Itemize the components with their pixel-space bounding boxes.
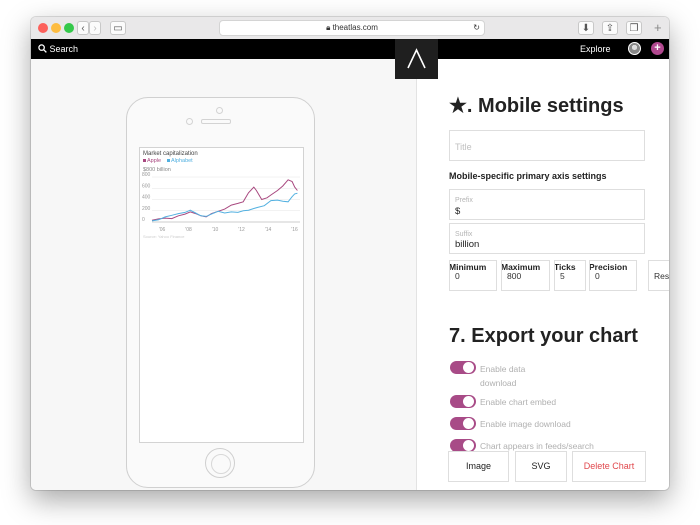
settings-panel: ★. Mobile settings Title Mobile-specific… xyxy=(417,59,669,490)
data-download-label: Enable data download xyxy=(480,364,526,388)
browser-titlebar: ‹ › ▭ 🔒︎ theatlas.com ↻ ⬇ ⇪ ❐ + xyxy=(31,17,669,40)
minimum-input[interactable]: 0 xyxy=(449,260,497,291)
svg-export-button[interactable]: SVG xyxy=(515,451,567,482)
close-window-icon[interactable] xyxy=(38,23,48,33)
lock-icon: 🔒︎ xyxy=(326,23,331,32)
suffix-value: billion xyxy=(455,239,480,250)
share-icon[interactable]: ⇪ xyxy=(602,21,618,35)
phone-screen: Market capitalization Apple Alphabet $800… xyxy=(139,147,304,443)
downloads-icon[interactable]: ⬇ xyxy=(578,21,594,35)
forward-icon[interactable]: › xyxy=(89,21,101,35)
series-line-alphabet xyxy=(151,192,298,222)
image-download-toggle[interactable] xyxy=(450,417,476,430)
prefix-value: $ xyxy=(455,206,461,217)
export-options: Enable data download Enable chart embed … xyxy=(417,359,669,452)
chart-title: Market capitalization xyxy=(143,151,198,157)
search-icon xyxy=(38,44,47,53)
search-link[interactable]: Search xyxy=(38,39,78,59)
mobile-settings-heading: ★. Mobile settings xyxy=(449,95,624,117)
x-tick-label: '10 xyxy=(212,227,219,233)
phone-speaker xyxy=(201,119,231,124)
reset-button[interactable]: Reset xyxy=(648,260,669,291)
ticks-input[interactable]: 5 xyxy=(554,260,586,291)
prefix-input[interactable]: Prefix $ xyxy=(449,189,645,220)
data-download-toggle[interactable] xyxy=(450,361,476,374)
export-heading: 7. Export your chart xyxy=(449,325,638,347)
x-tick-label: '16 xyxy=(291,227,298,233)
x-tick-label: '12 xyxy=(238,227,245,233)
browser-window: ‹ › ▭ 🔒︎ theatlas.com ↻ ⬇ ⇪ ❐ + Search E… xyxy=(31,17,669,490)
create-chart-icon[interactable]: + xyxy=(651,42,664,55)
precision-input[interactable]: 0 xyxy=(589,260,637,291)
address-text: theatlas.com xyxy=(332,23,378,32)
x-tick-label: '06 xyxy=(159,227,166,233)
search-label: Search xyxy=(49,44,79,54)
phone-sensor xyxy=(186,118,193,125)
chart-preview-area: Market capitalization Apple Alphabet $800… xyxy=(31,59,416,490)
legend-swatch xyxy=(143,159,146,162)
sidebar-toggle-icon[interactable]: ▭ xyxy=(110,21,126,35)
atlas-logo[interactable] xyxy=(395,39,438,79)
prefix-label: Prefix xyxy=(455,197,473,204)
title-placeholder: Title xyxy=(455,142,472,152)
y-tick-label: 400 xyxy=(142,195,151,201)
explore-link[interactable]: Explore xyxy=(580,39,611,59)
x-tick-label: '14 xyxy=(265,227,272,233)
suffix-label: Suffix xyxy=(455,231,473,238)
feeds-search-label: Chart appears in feeds/search xyxy=(480,441,594,451)
phone-home-button xyxy=(205,448,235,478)
maximum-input[interactable]: 800 xyxy=(501,260,550,291)
atlas-logo-icon xyxy=(407,48,426,69)
reload-icon[interactable]: ↻ xyxy=(473,21,480,35)
chart-source-text: Source: Yahoo Finance xyxy=(143,234,185,239)
address-bar[interactable]: 🔒︎ theatlas.com ↻ xyxy=(219,20,485,36)
axis-settings-heading: Mobile-specific primary axis settings xyxy=(449,171,607,181)
y-tick-label: 0 xyxy=(142,217,145,223)
chart-embed-label: Enable chart embed xyxy=(480,397,557,407)
site-nav-bar: Search Explore + xyxy=(31,39,669,59)
suffix-input[interactable]: Suffix billion xyxy=(449,223,645,254)
minimize-window-icon[interactable] xyxy=(51,23,61,33)
y-tick-label: 600 xyxy=(142,183,151,189)
phone-camera xyxy=(216,107,223,114)
y-tick-label: 800 xyxy=(142,172,151,178)
tabs-icon[interactable]: ❐ xyxy=(626,21,642,35)
legend-label: Alphabet xyxy=(171,158,193,164)
mobile-title-input[interactable]: Title xyxy=(449,130,645,161)
back-icon[interactable]: ‹ xyxy=(77,21,89,35)
zoom-window-icon[interactable] xyxy=(64,23,74,33)
image-export-button[interactable]: Image xyxy=(448,451,509,482)
y-tick-label: 200 xyxy=(142,206,151,212)
phone-mockup: Market capitalization Apple Alphabet $800… xyxy=(126,97,315,488)
avatar[interactable] xyxy=(628,42,641,55)
legend-swatch xyxy=(167,159,170,162)
mobile-chart-preview: Market capitalization Apple Alphabet $800… xyxy=(142,151,300,239)
image-download-label: Enable image download xyxy=(480,419,571,429)
new-tab-icon[interactable]: + xyxy=(654,20,662,35)
delete-chart-button[interactable]: Delete Chart xyxy=(572,451,646,482)
x-tick-label: '08 xyxy=(185,227,192,233)
chart-embed-toggle[interactable] xyxy=(450,395,476,408)
legend-label: Apple xyxy=(147,158,161,164)
